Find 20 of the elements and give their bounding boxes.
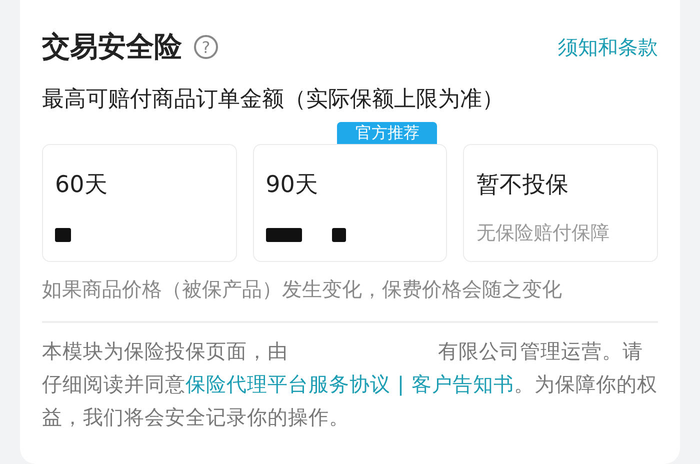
price-note: 如果商品价格（被保产品）发生变化，保费价格会随之变化 bbox=[42, 276, 658, 323]
plan-option[interactable]: 90天 bbox=[252, 144, 448, 262]
plan-option[interactable]: 暂不投保 无保险赔付保障 bbox=[463, 144, 658, 262]
section-title: 交易安全险 bbox=[42, 29, 182, 65]
plan-label: 暂不投保 bbox=[476, 171, 570, 200]
disclaimer-text: 本模块为保险投保页面，由 有限公司管理运营。请仔细阅读并同意保险代理平台服务协议 | 客户告知书。为保障你的权益，我们将会安全记录你的操作。 bbox=[42, 338, 658, 431]
redaction-mark bbox=[266, 228, 302, 242]
terms-link[interactable]: 须知和条款 bbox=[558, 34, 658, 60]
notice-link[interactable]: 客户告知书 bbox=[411, 372, 514, 396]
link-separator: | bbox=[396, 372, 406, 396]
agreement-link[interactable]: 保险代理平台服务协议 bbox=[186, 372, 390, 396]
coverage-subtitle: 最高可赔付商品订单金额（实际保额上限为准） bbox=[42, 86, 505, 114]
recommended-badge: 官方推荐 bbox=[337, 122, 438, 144]
plan-label: 90天 bbox=[266, 171, 319, 200]
plan-description: 无保险赔付保障 bbox=[476, 221, 610, 246]
redaction-mark bbox=[332, 228, 346, 242]
help-icon[interactable]: ? bbox=[194, 35, 218, 59]
plan-option[interactable]: 60天 bbox=[42, 144, 237, 262]
plan-label: 60天 bbox=[55, 171, 108, 200]
redaction-mark bbox=[55, 228, 71, 242]
